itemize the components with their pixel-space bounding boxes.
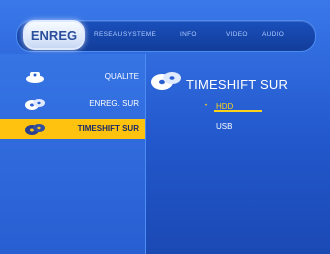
sidebar-item-qualite[interactable]: QUALITE (0, 67, 145, 87)
tab-info[interactable]: INFO (180, 31, 197, 38)
tab-reseau[interactable]: RESEAU (94, 31, 123, 38)
selection-underline (214, 110, 262, 112)
record-disc-icon (25, 99, 45, 110)
tab-enreg[interactable]: ENREG (23, 20, 85, 50)
tab-video[interactable]: VIDEO (226, 31, 248, 38)
tab-systeme[interactable]: SYSTEME (123, 31, 156, 38)
settings-screen: ENREG RESEAU SYSTEME INFO VIDEO AUDIO QU… (0, 0, 330, 254)
sidebar-item-label: ENREG. SUR (89, 99, 139, 108)
quality-disc-icon (26, 72, 44, 83)
sidebar-item-label: TIMESHIFT SUR (77, 124, 139, 133)
sidebar-item-timeshift-sur[interactable]: TIMESHIFT SUR (0, 119, 145, 139)
tab-audio[interactable]: AUDIO (262, 31, 284, 38)
divider (145, 54, 146, 254)
sidebar-item-enreg-sur[interactable]: ENREG. SUR (0, 94, 145, 114)
page-title: TIMESHIFT SUR (186, 77, 289, 92)
selection-bullet-icon: • (205, 103, 208, 109)
option-usb[interactable]: USB (216, 122, 232, 131)
timeshift-disc-icon (151, 72, 181, 90)
timeshift-disc-icon (25, 124, 45, 135)
sidebar-item-label: QUALITE (104, 72, 139, 81)
